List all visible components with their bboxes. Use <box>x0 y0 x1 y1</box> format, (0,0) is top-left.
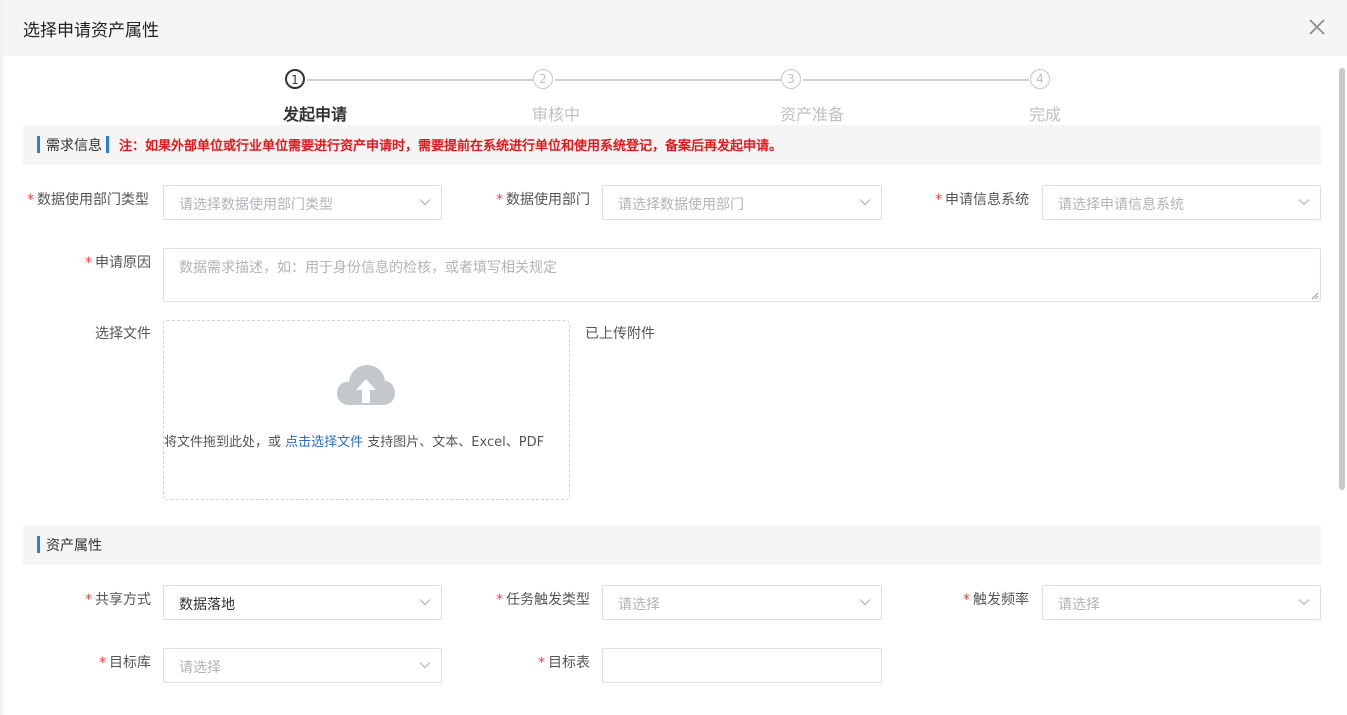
section-title: 需求信息 <box>46 138 102 154</box>
step-connector <box>555 79 781 81</box>
step-1-label: 发起申请 <box>283 105 348 124</box>
dept-type-label: * 数据使用部门类型 <box>27 192 149 208</box>
section-marker <box>37 536 40 553</box>
cloud-upload-icon <box>337 365 395 405</box>
step-2-label: 审核中 <box>532 105 581 124</box>
uploaded-attachments-label: 已上传附件 <box>585 326 655 342</box>
upload-instructions: 将文件拖到此处，或 点击选择文件 支持图片、文本、Excel、PDF <box>164 435 545 450</box>
chevron-down-icon <box>859 599 871 606</box>
share-mode-label: * 共享方式 <box>85 592 151 608</box>
target-table-label: * 目标表 <box>538 655 590 671</box>
chevron-down-icon <box>419 199 431 206</box>
trigger-freq-placeholder: 请选择 <box>1058 597 1100 613</box>
dept-type-placeholder: 请选择数据使用部门类型 <box>179 197 333 213</box>
step-3-circle: 3 <box>781 69 801 89</box>
resize-handle-icon[interactable] <box>1311 292 1319 300</box>
step-connector <box>307 79 533 81</box>
dept-type-select[interactable]: 请选择数据使用部门类型 <box>163 185 442 220</box>
dialog-body: 1 发起申请 2 审核中 3 资产准备 4 完成 需求信息 注：如果外部单位或行… <box>3 56 1347 715</box>
trigger-freq-label: * 触发频率 <box>963 592 1029 608</box>
dialog-header: 选择申请资产属性 <box>3 0 1347 56</box>
reason-textarea[interactable]: 数据需求描述，如：用于身份信息的检核，或者填写相关规定 <box>163 248 1321 302</box>
target-db-placeholder: 请选择 <box>179 660 221 676</box>
step-4-circle: 4 <box>1030 69 1050 89</box>
target-db-select[interactable]: 请选择 <box>163 648 442 683</box>
asset-section-header: 资产属性 <box>23 525 1321 565</box>
step-3-label: 资产准备 <box>780 105 845 124</box>
section-marker <box>37 136 40 153</box>
chevron-down-icon <box>419 662 431 669</box>
dialog: 选择申请资产属性 1 发起申请 2 审核中 3 资产准备 4 完成 需求信息 注… <box>3 0 1347 715</box>
file-label: 选择文件 <box>95 326 151 342</box>
trigger-type-label: * 任务触发类型 <box>496 592 590 608</box>
chevron-down-icon <box>859 199 871 206</box>
info-system-select[interactable]: 请选择申请信息系统 <box>1042 185 1321 220</box>
dept-select[interactable]: 请选择数据使用部门 <box>602 185 882 220</box>
chevron-down-icon <box>1298 599 1310 606</box>
target-table-input[interactable] <box>602 648 882 683</box>
dept-label: * 数据使用部门 <box>496 192 590 208</box>
step-connector <box>803 79 1029 81</box>
step-2-circle: 2 <box>533 69 553 89</box>
select-file-link[interactable]: 点击选择文件 <box>285 435 363 450</box>
close-icon[interactable] <box>1305 15 1329 39</box>
info-system-placeholder: 请选择申请信息系统 <box>1058 197 1184 213</box>
chevron-down-icon <box>1298 199 1310 206</box>
reason-placeholder: 数据需求描述，如：用于身份信息的检核，或者填写相关规定 <box>179 260 557 276</box>
info-system-label: * 申请信息系统 <box>935 192 1029 208</box>
trigger-type-select[interactable]: 请选择 <box>602 585 882 620</box>
section-marker <box>106 136 109 153</box>
share-mode-value: 数据落地 <box>179 597 235 613</box>
step-1-circle: 1 <box>285 69 305 89</box>
section-title: 资产属性 <box>46 538 102 554</box>
chevron-down-icon <box>419 599 431 606</box>
trigger-type-placeholder: 请选择 <box>618 597 660 613</box>
file-dropzone[interactable]: 将文件拖到此处，或 点击选择文件 支持图片、文本、Excel、PDF <box>163 320 570 500</box>
vertical-scrollbar[interactable] <box>1339 68 1345 490</box>
reason-label: * 申请原因 <box>85 255 151 271</box>
notice-text: 注：如果外部单位或行业单位需要进行资产申请时，需要提前在系统进行单位和使用系统登… <box>119 139 783 154</box>
dialog-title: 选择申请资产属性 <box>23 21 159 41</box>
target-db-label: * 目标库 <box>99 655 151 671</box>
demand-section-header: 需求信息 注：如果外部单位或行业单位需要进行资产申请时，需要提前在系统进行单位和… <box>23 125 1321 165</box>
trigger-freq-select[interactable]: 请选择 <box>1042 585 1321 620</box>
dept-placeholder: 请选择数据使用部门 <box>618 197 744 213</box>
step-4-label: 完成 <box>1029 105 1062 124</box>
share-mode-select[interactable]: 数据落地 <box>163 585 442 620</box>
